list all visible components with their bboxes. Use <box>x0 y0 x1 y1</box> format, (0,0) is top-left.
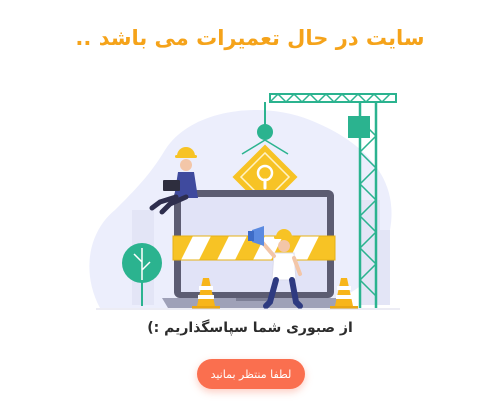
thanks-message: از صبوری شما سپاسگذاریم :) <box>147 320 353 336</box>
maintenance-illustration <box>89 92 400 310</box>
please-wait-button[interactable]: لطفا منتظر بمانید <box>197 359 305 389</box>
page-title: سایت در حال تعمیرات می باشد .. <box>75 26 425 50</box>
